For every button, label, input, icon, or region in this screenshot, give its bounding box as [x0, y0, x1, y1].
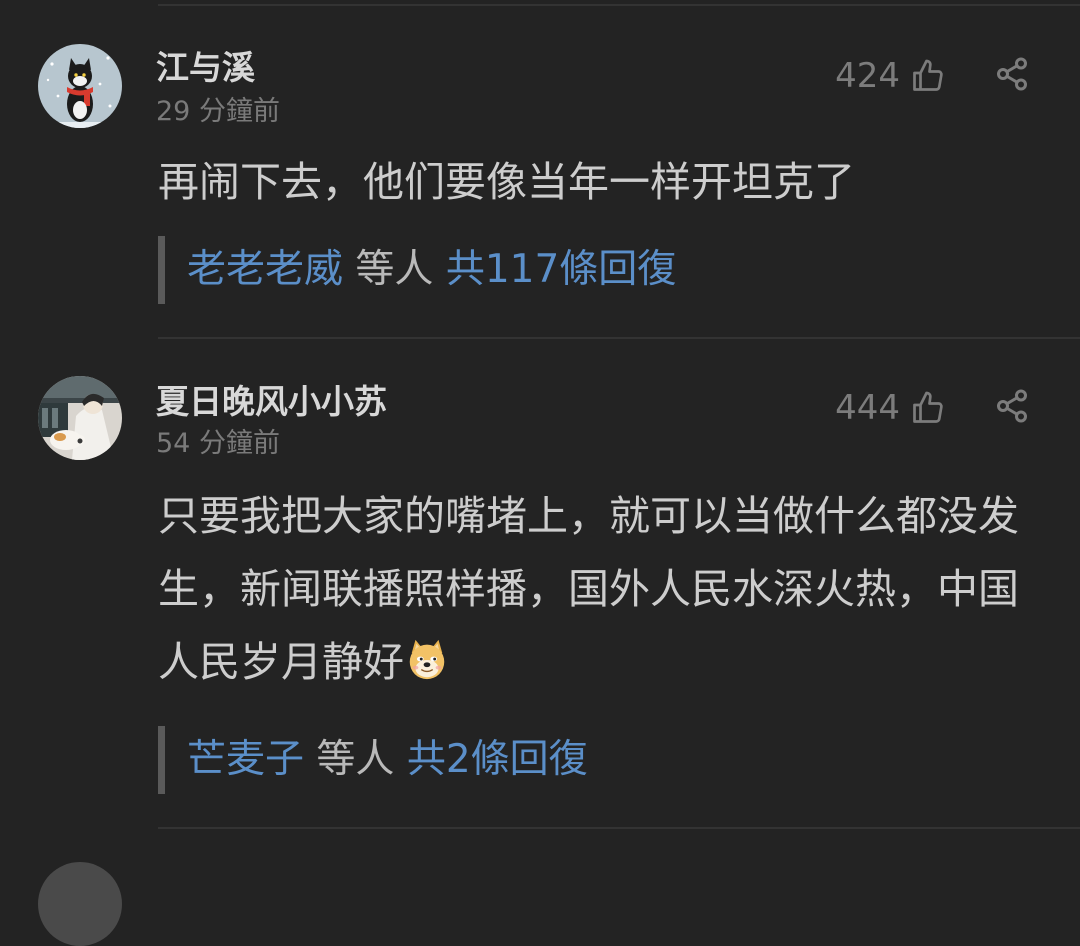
- share-icon[interactable]: [994, 388, 1030, 424]
- reply-count-link[interactable]: 共117條回復: [446, 247, 676, 292]
- comment-body: 再闹下去，他们要像当年一样开坦克了: [158, 146, 1048, 219]
- next-comment-avatar[interactable]: [38, 862, 122, 946]
- reply-summary[interactable]: 老老老威 等人 共117條回復: [158, 236, 676, 304]
- reply-count-link[interactable]: 共2條回復: [407, 737, 588, 782]
- username[interactable]: 江与溪: [156, 48, 255, 88]
- comment-text: 再闹下去，他们要像当年一样开坦克了: [158, 158, 855, 206]
- person-with-cat-avatar-icon: [38, 376, 122, 460]
- reply-user-link[interactable]: 芒麦子: [187, 737, 304, 782]
- user-avatar[interactable]: [38, 44, 122, 128]
- comment-item: 夏日晚风小小苏 54 分鐘前 444 只要我把大家的嘴堵上，就可以当做什么都没发…: [0, 338, 1080, 828]
- reply-summary[interactable]: 芒麦子 等人 共2條回復: [158, 726, 588, 794]
- reply-text: 芒麦子 等人 共2條回復: [187, 735, 588, 785]
- username[interactable]: 夏日晚风小小苏: [156, 382, 387, 422]
- reply-accent-bar: [158, 236, 165, 304]
- comment-item: 江与溪 29 分鐘前 424 再闹下去，他们要像当年一样开坦克了 老老老威 等人…: [0, 0, 1080, 338]
- reply-mid-text: 等人: [343, 247, 446, 292]
- reply-user-link[interactable]: 老老老威: [187, 247, 343, 292]
- like-count: 424: [835, 56, 900, 96]
- thumbs-up-icon: [913, 391, 943, 423]
- like-count: 444: [835, 388, 900, 428]
- thumbs-up-icon: [913, 59, 943, 91]
- user-avatar[interactable]: [38, 376, 122, 460]
- reply-text: 老老老威 等人 共117條回復: [187, 245, 676, 295]
- share-icon[interactable]: [994, 56, 1030, 92]
- cat-avatar-icon: [38, 44, 122, 128]
- comment-body: 只要我把大家的嘴堵上，就可以当做什么都没发生，新闻联播照样播，国外人民水深火热，…: [158, 480, 1048, 699]
- timestamp: 29 分鐘前: [156, 96, 280, 127]
- doge-emoji-icon: [409, 639, 445, 680]
- timestamp: 54 分鐘前: [156, 428, 280, 459]
- reply-accent-bar: [158, 726, 165, 794]
- like-button[interactable]: 444: [835, 386, 946, 430]
- comment-divider: [158, 827, 1080, 829]
- reply-mid-text: 等人: [304, 737, 407, 782]
- comment-text: 只要我把大家的嘴堵上，就可以当做什么都没发生，新闻联播照样播，国外人民水深火热，…: [158, 492, 1019, 686]
- like-button[interactable]: 424: [835, 54, 946, 98]
